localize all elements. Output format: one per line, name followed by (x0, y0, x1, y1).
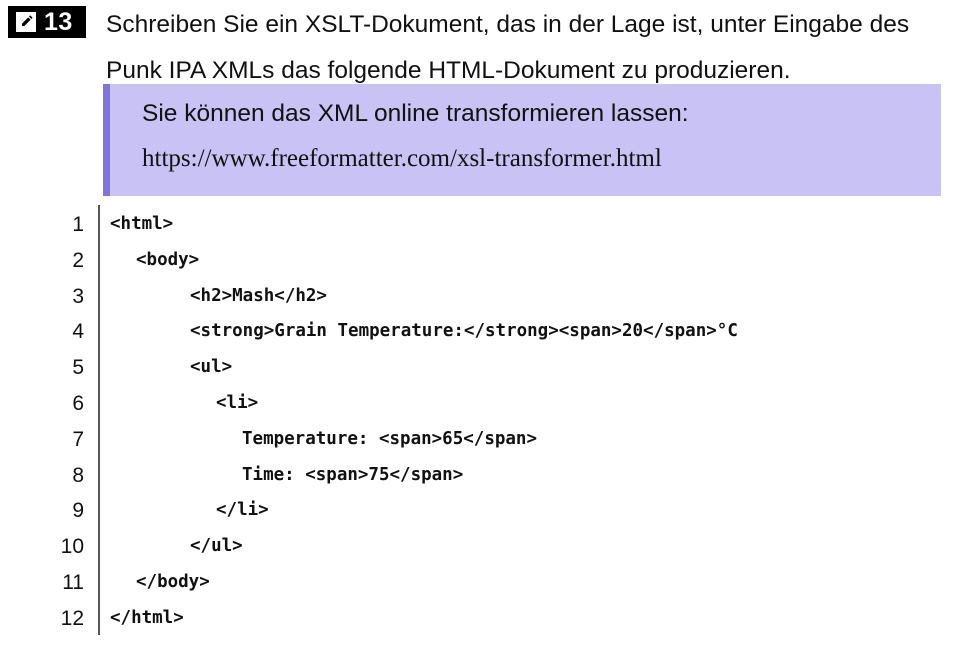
code-line: 4 <strong>Grain Temperature:</strong><spa… (0, 314, 970, 349)
task-number-badge: 13 (8, 6, 86, 38)
code-line: 6 <li> (0, 386, 970, 421)
code-line: 11 </body> (0, 565, 970, 600)
line-number: 10 (60, 535, 84, 559)
code-text: <strong>Grain Temperature:</strong><span… (190, 321, 738, 342)
info-text: Sie können das XML online transformieren… (142, 100, 689, 127)
code-text: <h2>Mash</h2> (190, 285, 327, 306)
code-line: 8 Time: <span>75</span> (0, 458, 970, 493)
pencil-edit-icon (16, 12, 36, 32)
line-number: 6 (72, 392, 84, 415)
task-instruction-line-1: Schreiben Sie ein XSLT-Dokument, das in … (106, 11, 910, 38)
line-number: 5 (72, 356, 84, 380)
line-number: 7 (72, 427, 84, 451)
line-number: 2 (72, 248, 84, 272)
task-number: 13 (44, 8, 73, 36)
line-number: 8 (72, 463, 84, 487)
code-line: 1 <html> (0, 207, 970, 242)
code-text: <body> (136, 249, 200, 270)
code-text: </li> (216, 500, 269, 521)
line-number: 12 (60, 606, 84, 630)
info-callout: Sie können das XML online transformieren… (103, 84, 941, 196)
line-number: 4 (72, 320, 84, 344)
code-line: 5 <ul> (0, 350, 970, 385)
line-number: 9 (72, 499, 84, 523)
code-text: </ul> (190, 536, 243, 557)
transformer-url-link[interactable]: https://www.freeformatter.com/xsl-transf… (142, 139, 662, 179)
code-text: <ul> (190, 357, 233, 378)
code-text: Time: <span>75</span> (242, 464, 464, 485)
line-number: 3 (72, 284, 84, 308)
code-line: 2 <body> (0, 243, 970, 278)
line-number: 11 (62, 571, 84, 594)
code-text: </body> (136, 572, 210, 592)
code-text: <html> (110, 214, 174, 234)
code-text: <li> (216, 393, 259, 413)
line-number: 1 (72, 213, 84, 236)
code-listing: 1 <html> 2 <body> 3 <h2>Mash</h2> 4 <strong>Gra… (0, 205, 970, 635)
code-line: 12 </html> (0, 601, 970, 636)
task-instruction: Schreiben Sie ein XSLT-Dokument, das in … (106, 2, 956, 94)
code-line: 9 </li> (0, 493, 970, 528)
code-line: 3 <h2>Mash</h2> (0, 279, 970, 314)
code-text: Temperature: <span>65</span> (242, 428, 538, 449)
code-line: 10 </ul> (0, 529, 970, 564)
code-text: </html> (110, 607, 184, 628)
code-line: 7 Temperature: <span>65</span> (0, 422, 970, 457)
